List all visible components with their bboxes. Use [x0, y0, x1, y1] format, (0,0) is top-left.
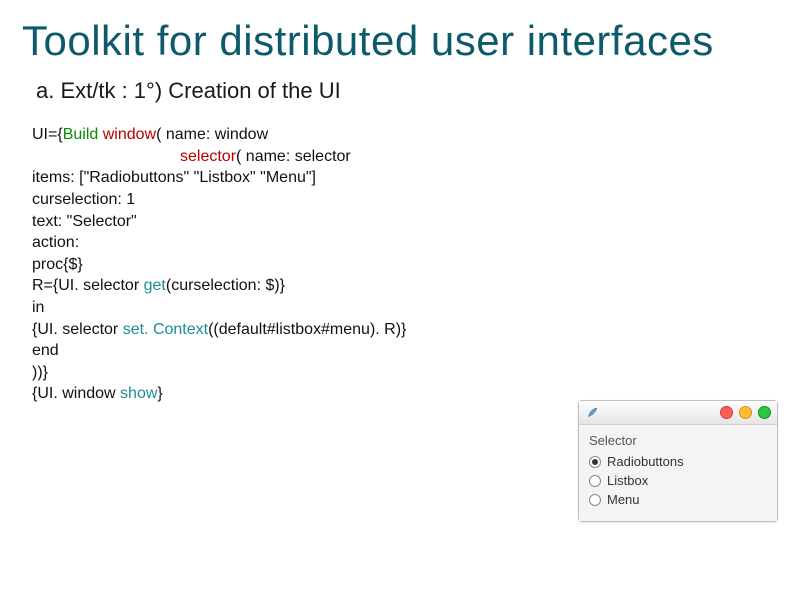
- feather-icon: [585, 406, 599, 420]
- code-text: text: "Selector": [32, 211, 520, 233]
- radio-icon[interactable]: [589, 456, 601, 468]
- code-text: ( name: window: [156, 126, 268, 143]
- code-listing: UI={Build window( name: window selector(…: [0, 104, 520, 405]
- code-keyword: Build: [63, 126, 99, 143]
- titlebar: [579, 401, 777, 425]
- ui-preview-window: Selector Radiobuttons Listbox Menu: [578, 400, 778, 522]
- radio-label: Menu: [607, 492, 640, 507]
- code-text: }: [157, 385, 162, 402]
- code-text: action:: [32, 232, 520, 254]
- code-keyword: set. Context: [123, 321, 208, 338]
- radio-option[interactable]: Listbox: [589, 471, 767, 490]
- radio-label: Radiobuttons: [607, 454, 684, 469]
- code-keyword: window: [103, 126, 156, 143]
- code-text: ))}: [32, 362, 520, 384]
- code-keyword: show: [120, 385, 157, 402]
- close-icon[interactable]: [720, 406, 733, 419]
- code-keyword: get: [144, 277, 166, 294]
- code-text: UI={: [32, 126, 63, 143]
- code-text: {UI. window: [32, 385, 120, 402]
- code-text: ( name: selector: [236, 148, 351, 165]
- selector-label: Selector: [589, 433, 767, 448]
- radio-option[interactable]: Radiobuttons: [589, 452, 767, 471]
- code-keyword: selector: [180, 148, 236, 165]
- code-text: end: [32, 340, 520, 362]
- minimize-icon[interactable]: [739, 406, 752, 419]
- window-body: Selector Radiobuttons Listbox Menu: [579, 425, 777, 521]
- radio-label: Listbox: [607, 473, 648, 488]
- code-text: ((default#listbox#menu). R)}: [208, 321, 406, 338]
- radio-icon[interactable]: [589, 494, 601, 506]
- radio-option[interactable]: Menu: [589, 490, 767, 509]
- code-text: proc{$}: [32, 254, 520, 276]
- radio-icon[interactable]: [589, 475, 601, 487]
- slide-title: Toolkit for distributed user interfaces: [0, 0, 800, 64]
- code-text: R={UI. selector: [32, 277, 144, 294]
- code-text: {UI. selector: [32, 321, 123, 338]
- slide-subtitle: a. Ext/tk : 1°) Creation of the UI: [0, 64, 800, 104]
- code-text: in: [32, 297, 520, 319]
- code-text: curselection: 1: [32, 189, 520, 211]
- code-text: (curselection: $)}: [166, 277, 285, 294]
- zoom-icon[interactable]: [758, 406, 771, 419]
- code-text: items: ["Radiobuttons" "Listbox" "Menu"]: [32, 167, 520, 189]
